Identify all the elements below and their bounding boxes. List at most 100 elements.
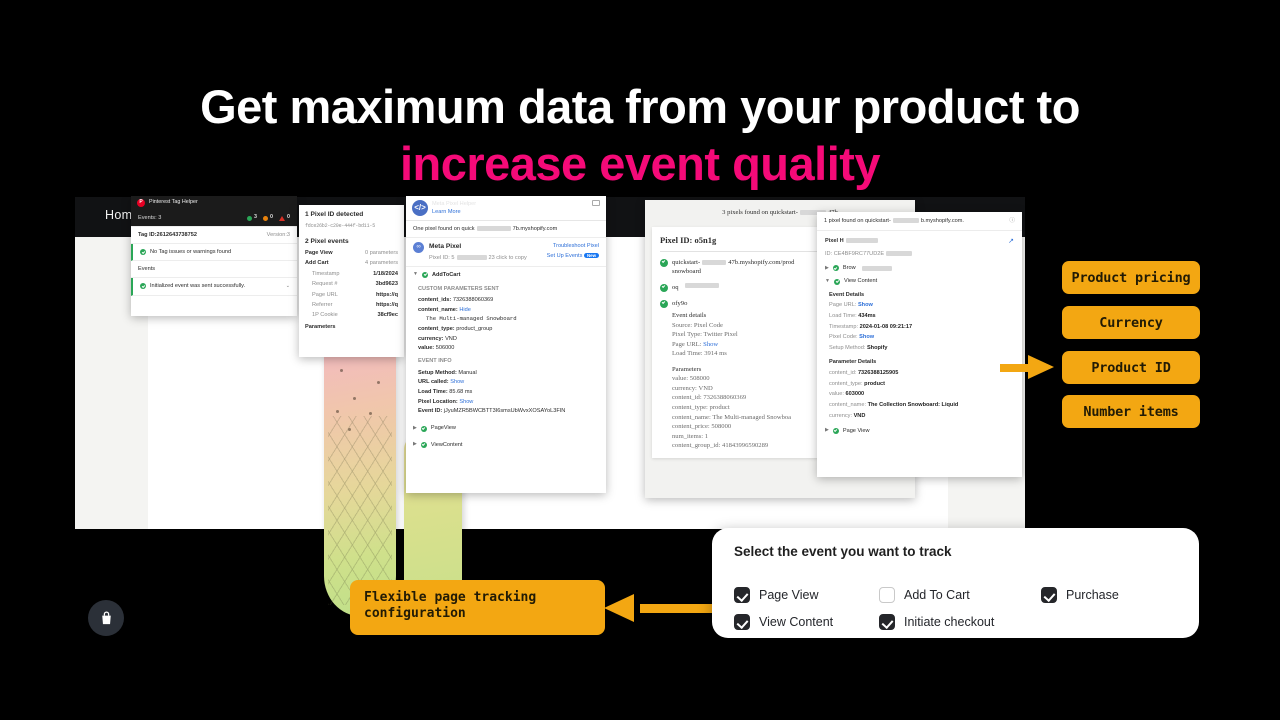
pinterest-tag-helper-panel: P Pinterest Tag Helper Events: 3 3 0 0 T… [131,196,297,316]
pixel-params-table: Timestamp 1/18/2024 Request # 3bd9623 Pa… [305,270,398,319]
pinterest-tag-id: Tag ID:2612643738752 [138,232,197,239]
checkbox-page-view[interactable] [734,586,750,603]
tiktok-pageurl-key: Page URL: [829,302,857,309]
pixel-events-title: 2 Pixel events [305,237,349,245]
check-circle-icon [420,441,427,448]
meta-event-addtocart-row[interactable]: ▼ AddToCart [406,267,606,283]
meta-url-called-key: URL called: [418,379,449,386]
tiktok-timestamp-value: 2024-01-08 09:21:17 [859,323,913,330]
external-link-icon[interactable]: ↗ [1008,237,1014,247]
meta-content-ids-key: content_ids: [418,296,452,303]
table-row: Request # 3bd9623 [312,280,398,288]
event-option-view-content[interactable]: View Content [734,613,879,630]
twitter-type-key: Pixel Type: [672,331,703,339]
row-value: 1 [704,432,709,440]
pixel-event-1-name: Page View [305,249,333,256]
row-key: content_id: [829,369,857,376]
tiktok-event-collapsed: Brow [842,265,856,272]
table-row: Timestamp 1/18/2024 [312,270,398,278]
row-value: 508000 [689,375,710,383]
meta-event-info-title: EVENT INFO [418,358,452,365]
pinterest-version: Version:3 [266,232,290,239]
row-key: 1P Cookie [312,312,338,319]
redacted-block [476,226,511,232]
check-circle-icon [832,265,839,272]
tiktok-event-open-row[interactable]: ▼ View Content [825,277,1014,285]
event-option-initiate-checkout[interactable]: Initiate checkout [879,613,1041,630]
meta-setup-events-link[interactable]: Set Up Events [547,253,583,259]
warning-dot-icon [263,215,268,221]
event-option-add-to-cart[interactable]: Add To Cart [879,586,1041,603]
twitter-source-key: Source: [672,321,693,329]
meta-learn-more-link[interactable]: Learn More [432,209,461,215]
row-key: content_group_id: [672,442,721,450]
meta-content-name-hide-link[interactable]: Hide [459,307,471,313]
event-option-page-view[interactable]: Page View [734,586,879,603]
meta-currency-key: currency: [418,335,444,342]
tiktok-footer-event: Page View [842,427,870,434]
row-value: product [709,403,730,411]
row-value: 508000 [711,423,732,431]
chevron-right-icon[interactable]: ▶ [413,425,417,432]
meta-url-called-link[interactable]: Show [450,379,464,385]
check-circle-icon [140,283,146,290]
meta-event-id-value: jJyuMZR5BWCBTT3I6smsUbWvxXOSAYoL3FIN [443,408,566,415]
chevron-right-icon[interactable]: ▶ [413,441,417,448]
checkbox-view-content[interactable] [734,613,750,630]
pinterest-event-text: Initialized event was sent successfully. [150,283,246,290]
twitter-event-2-text: oq [672,283,679,291]
chevron-down-icon[interactable]: ▼ [825,278,830,285]
tiktok-event-collapsed-row[interactable]: ▶ Brow [825,264,1014,272]
shop-chat-bubble[interactable] [88,600,124,636]
twitter-pageurl-key: Page URL: [672,340,702,348]
info-icon[interactable]: ⓘ [1009,217,1015,225]
row-key: num_items: [672,432,704,440]
meta-pixel-id-prefix: Pixel ID: 5 [429,254,455,261]
meta-custom-params: CUSTOM PARAMETERS SENT content_ids: 7326… [406,285,606,421]
chevron-right-icon[interactable]: ▶ [825,265,829,272]
chevron-down-icon[interactable]: ⌄ [286,283,290,290]
chevron-down-icon[interactable]: ▼ [413,271,418,278]
product-image-snowboard-1 [324,330,396,616]
tiktok-event-footer-row[interactable]: ▶ Page View [825,427,1014,435]
new-badge: New [583,253,599,259]
pinterest-panel-title: Pinterest Tag Helper [149,199,198,206]
pinterest-tag-id-row: Tag ID:2612643738752 Version:3 [131,227,297,245]
row-key: content_type: [672,403,708,411]
pixel-event-pageview-row[interactable]: Page View 0 parameters [305,249,398,257]
chevron-right-icon[interactable]: ▶ [825,427,829,434]
meta-troubleshoot-link[interactable]: Troubleshoot Pixel [547,242,599,250]
tiktok-event-open: View Content [843,278,878,285]
tiktok-pageurl-link[interactable]: Show [858,302,873,308]
meta-event-pageview-row[interactable]: ▶ PageView [406,420,606,436]
success-dot-icon [247,215,252,221]
twitter-pageurl-link[interactable]: Show [703,341,718,348]
checkbox-initiate-checkout[interactable] [879,613,895,630]
row-value: 7326388060369 [703,394,747,402]
pixel-event-addcart-row[interactable]: Add Cart 4 parameters [305,259,398,267]
event-selector-options: Page View Add To Cart Purchase View Cont… [734,581,1177,635]
event-option-purchase[interactable]: Purchase [1041,586,1177,603]
pinterest-event-row[interactable]: Initialized event was sent successfully.… [131,278,297,296]
meta-pixel-row: ∞ Meta Pixel Pixel ID: 5 23 click to copy… [406,238,606,267]
meta-content-ids-value: 7326388060369 [452,296,494,303]
checkbox-purchase[interactable] [1041,586,1057,603]
tiktok-pixelcode-link[interactable]: Show [859,334,874,340]
redacted-block [456,254,487,260]
meta-pixel-location-link[interactable]: Show [459,399,473,405]
row-value: 1/18/2024 [373,270,398,277]
meta-pixel-id-suffix[interactable]: 23 click to copy [489,255,527,261]
checkbox-add-to-cart[interactable] [879,586,895,603]
twitter-event-1-tail: 47b.myshopify.com/prod [728,258,795,266]
redacted-block [684,282,719,288]
tiktok-pixel-helper-panel: 1 pixel found on quickstart-b.myshopify.… [817,212,1022,477]
tiktok-id-label: ID: [825,251,833,258]
meta-panel-header: </> Meta Pixel Helper Learn More [406,196,606,222]
window-control-icon[interactable] [592,200,600,206]
table-row: value: 603000 [829,390,1014,398]
headline-line-1: Get maximum data from your product to [200,80,1080,133]
event-selector-title: Select the event you want to track [734,544,952,559]
pinterest-events-count: Events: 3 [138,215,162,221]
twitter-event-3-text: ofy9o [672,299,688,307]
meta-event-viewcontent-row[interactable]: ▶ ViewContent [406,437,606,453]
